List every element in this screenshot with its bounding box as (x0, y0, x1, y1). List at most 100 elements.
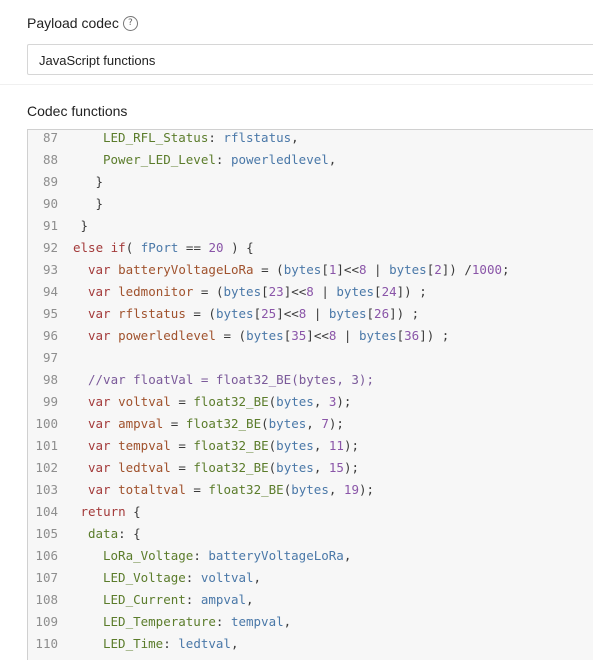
code-token: 35 (291, 328, 307, 343)
code-token: 1000 (471, 262, 502, 277)
code-token: [ (261, 284, 269, 299)
code-line: 90} (28, 193, 593, 215)
code-token: 8 (306, 284, 314, 299)
code-text: else if( fPort == 20 ) { (73, 237, 254, 259)
code-token: bytes (328, 306, 367, 321)
line-number: 110 (35, 636, 58, 651)
code-text: var ledtval = float32_BE(bytes, 15); (88, 457, 359, 479)
code-token: tempval (118, 438, 171, 453)
code-line: 91} (28, 215, 593, 237)
code-token: LED_Time (103, 636, 164, 651)
code-token: 19 (343, 482, 359, 497)
code-token: : (185, 592, 201, 607)
code-line: 110 LED_Time: ledtval, (28, 633, 593, 655)
code-token: bytes (215, 306, 254, 321)
code-token: batteryVoltageLoRa (118, 262, 254, 277)
line-number: 104 (35, 504, 58, 519)
code-token: } (95, 196, 104, 211)
code-token: ]<< (336, 262, 359, 277)
line-number: 96 (42, 328, 58, 343)
code-token: bytes (358, 328, 397, 343)
codec-functions-label: Codec functions (27, 103, 128, 119)
code-line: 105 data: { (28, 523, 593, 545)
code-token: : (163, 636, 179, 651)
help-icon[interactable]: ? (122, 15, 138, 31)
code-token: data (88, 526, 119, 541)
code-token: = ( (185, 306, 216, 321)
code-token: 7 (321, 416, 329, 431)
code-token: 26 (374, 306, 390, 321)
code-token: float32_BE (193, 394, 269, 409)
code-token: = (170, 460, 194, 475)
code-token: LED_Temperature (103, 614, 216, 629)
code-token: 8 (358, 262, 367, 277)
code-token: ( (261, 416, 269, 431)
code-line: 109 LED_Temperature: tempval, (28, 611, 593, 633)
code-token: = (170, 394, 194, 409)
line-number: 97 (42, 350, 58, 365)
code-line: 87 LED_RFL_Status: rflstatus, (28, 130, 593, 149)
code-token: , (283, 614, 292, 629)
code-token: var (88, 306, 119, 321)
code-token: , (328, 152, 337, 167)
code-token: ); (343, 460, 359, 475)
code-text: var powerledlevel = (bytes[35]<<8 | byte… (88, 325, 449, 347)
code-token: = ( (193, 284, 224, 299)
payload-codec-select[interactable]: JavaScript functions (27, 44, 593, 75)
payload-codec-label: Payload codec (27, 15, 119, 31)
code-token: 20 (208, 240, 224, 255)
line-number: 107 (35, 570, 58, 585)
line-number: 103 (35, 482, 58, 497)
code-line: 103 var totaltval = float32_BE(bytes, 19)… (28, 479, 593, 501)
code-token: bytes (276, 460, 314, 475)
code-token: = ( (215, 328, 247, 343)
code-token: 25 (261, 306, 277, 321)
code-line: 98 //var floatVal = float32_BE(bytes, 3); (28, 369, 593, 391)
code-text: Power_LED_Level: powerledlevel, (103, 149, 336, 171)
payload-codec-panel: Payload codec ? JavaScript functions Cod… (0, 0, 593, 660)
code-token: , (328, 482, 344, 497)
code-token: 24 (381, 284, 397, 299)
code-text: LED_Current: ampval, (103, 589, 254, 611)
code-token: ]) ; (389, 306, 420, 321)
code-token: 11 (328, 438, 344, 453)
code-token: = (163, 416, 186, 431)
code-token: [ (321, 262, 329, 277)
payload-codec-selected-value: JavaScript functions (39, 53, 156, 68)
code-token: tempval (230, 614, 284, 629)
code-line: 101 var tempval = float32_BE(bytes, 11); (28, 435, 593, 457)
code-text: LED_Temperature: tempval, (103, 611, 291, 633)
code-token: powerledlevel (230, 152, 329, 167)
code-token: totaltval (118, 482, 186, 497)
line-number: 99 (42, 394, 58, 409)
line-number: 106 (35, 548, 58, 563)
code-token: LoRa_Voltage (103, 548, 194, 563)
code-token: else if (73, 240, 126, 255)
code-token: bytes (276, 394, 314, 409)
line-number: 89 (42, 174, 58, 189)
code-token: | (366, 262, 390, 277)
code-editor[interactable]: 87 LED_RFL_Status: rflstatus, 8 8 Power_LED_… (27, 129, 593, 660)
code-token: : (185, 570, 201, 585)
line-number: 102 (35, 460, 58, 475)
code-line: 92 else if( fPort == 20 ) { (28, 237, 593, 259)
code-line: 100 var ampval = float32_BE(bytes, 7); (28, 413, 593, 435)
code-text: //var floatVal = float32_BE(bytes, 3); (88, 369, 374, 391)
code-token: bytes (276, 438, 314, 453)
code-token: rflstatus (118, 306, 186, 321)
code-token: { (125, 504, 141, 519)
line-number: 109 (35, 614, 58, 629)
line-number: 100 (35, 416, 58, 431)
code-token: bytes (291, 482, 329, 497)
code-token: : (208, 130, 224, 145)
code-token: rflstatus (223, 130, 292, 145)
code-token: 15 (328, 460, 344, 475)
code-token: ) { (223, 240, 254, 255)
code-token: var (88, 284, 119, 299)
code-token: powerledlevel (118, 328, 216, 343)
code-token: | (313, 284, 337, 299)
code-text: var totaltval = float32_BE(bytes, 19); (88, 479, 374, 501)
code-line: 102 var ledtval = float32_BE(bytes, 15); (28, 457, 593, 479)
code-text: var tempval = float32_BE(bytes, 11); (88, 435, 359, 457)
code-token: ]<< (283, 284, 307, 299)
